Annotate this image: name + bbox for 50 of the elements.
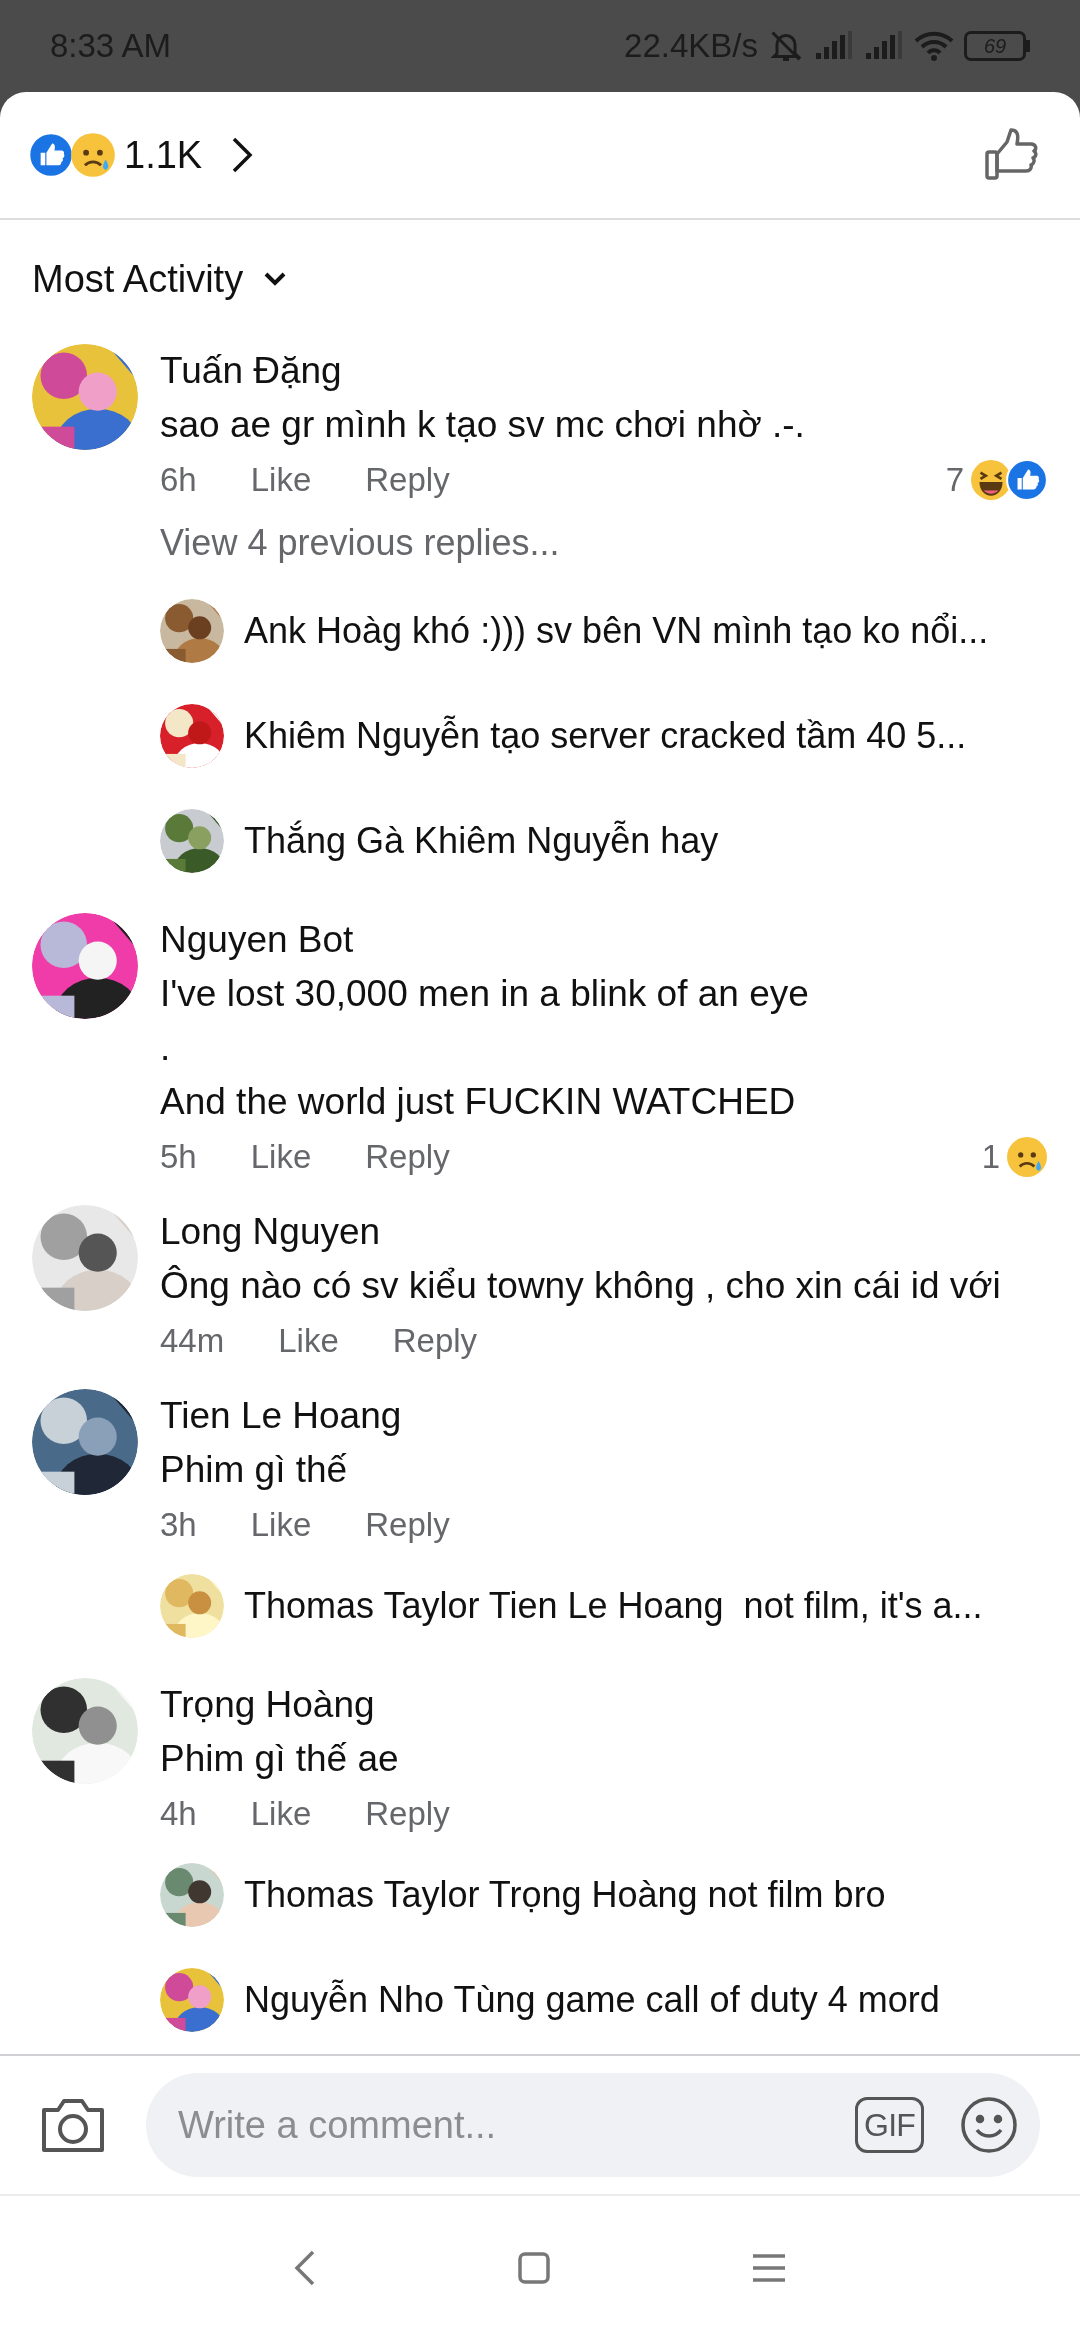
chevron-right-icon[interactable] (230, 135, 255, 175)
reply-link[interactable]: Reply (365, 1497, 450, 1553)
reply-link[interactable]: Reply (365, 1129, 450, 1185)
caret-icon (263, 271, 288, 287)
sort-dropdown[interactable]: Most Activity (32, 250, 288, 308)
like-link[interactable]: Like (250, 1129, 312, 1185)
reply-text: Nguyễn Nho Tùng game call of duty 4 mord (244, 1977, 940, 2022)
reaction-count[interactable]: 7 (945, 452, 964, 508)
reaction-count[interactable]: 1.1K (124, 126, 203, 184)
like-link[interactable]: Like (250, 452, 312, 508)
home-icon[interactable] (517, 2251, 551, 2285)
commenter-name[interactable]: Tuấn Đặng (160, 344, 1048, 398)
reply-text: Khiêm Nguyễn tạo server cracked tầm 40 5... (244, 713, 967, 758)
commenter-name[interactable]: Tien Le Hoang (160, 1389, 1048, 1443)
comment-time: 5h (160, 1137, 197, 1177)
reaction-count[interactable]: 1 (981, 1129, 1000, 1185)
comment-text: Ông nào có sv kiểu towny không , cho xin cái id với (160, 1264, 1002, 1308)
comment-input[interactable]: Write a comment... GIF (146, 2073, 1040, 2177)
emoji-icon[interactable] (960, 2096, 1018, 2154)
commenter-name[interactable]: Long Nguyen (160, 1205, 1048, 1259)
signal-icon (864, 31, 904, 61)
gif-button[interactable]: GIF (855, 2097, 924, 2153)
comment-text: Phim gì thế (160, 1448, 349, 1492)
comment-time: 4h (160, 1794, 197, 1834)
reply-text: Thomas Taylor Tien Le Hoang not film, it's a... (244, 1583, 983, 1628)
commenter-name[interactable]: Trọng Hoàng (160, 1678, 1048, 1732)
commenter-name[interactable]: Nguyen Bot (160, 913, 1048, 967)
comment-text: sao ae gr mình k tạo sv mc chơi nhờ .-. (160, 403, 806, 447)
comment-text: I've lost 30,000 men in a blink of an eye . And the world just FUCKIN WATCHED (160, 972, 810, 1124)
reply-link[interactable]: Reply (392, 1313, 478, 1369)
reply-text: Ank Hoàg khó :))) sv bên VN mình tạo ko nổi... (244, 608, 989, 653)
comment-time: 44m (160, 1321, 225, 1361)
back-icon[interactable] (293, 2248, 317, 2288)
comment-time: 6h (160, 460, 197, 500)
view-replies-link[interactable]: View 4 previous replies... (160, 508, 560, 578)
reply-text: Thomas Taylor Trọng Hoàng not film bro (244, 1872, 886, 1917)
reply-link[interactable]: Reply (365, 452, 450, 508)
camera-icon[interactable] (40, 2096, 106, 2154)
reply-link[interactable]: Reply (365, 1786, 450, 1842)
like-link[interactable]: Like (278, 1313, 339, 1369)
comment-time: 3h (160, 1505, 197, 1545)
like-link[interactable]: Like (250, 1497, 312, 1553)
mute-icon (768, 28, 804, 64)
signal-icon (814, 31, 854, 61)
reply-text: Thắng Gà Khiêm Nguyễn hay (244, 818, 719, 863)
comment-text: Phim gì thế ae (160, 1737, 400, 1781)
wifi-icon (914, 30, 954, 62)
menu-icon[interactable] (751, 2253, 787, 2283)
thumbs-up-icon[interactable] (984, 128, 1040, 182)
like-link[interactable]: Like (250, 1786, 312, 1842)
